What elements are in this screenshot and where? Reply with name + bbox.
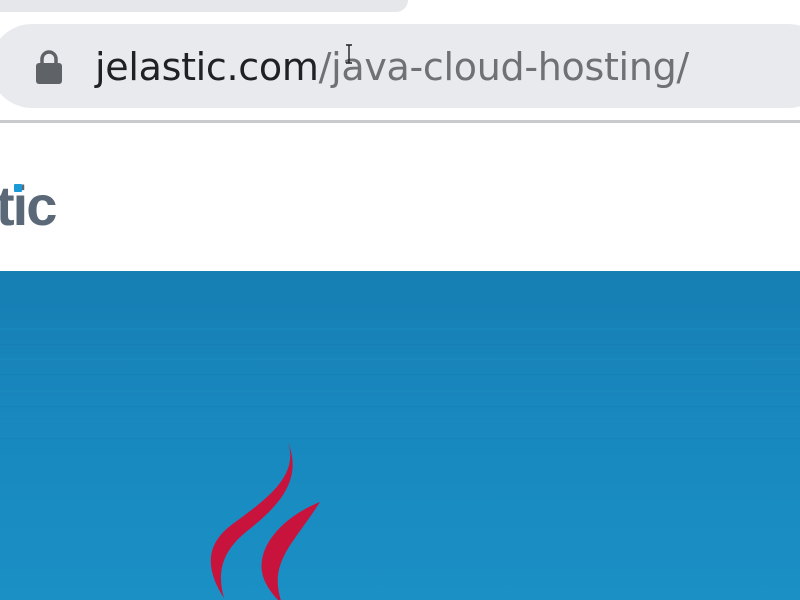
logo-accent-dot xyxy=(14,184,22,192)
active-tab[interactable] xyxy=(0,0,408,12)
url-text[interactable]: jelastic.com/java-cloud-hosting/ xyxy=(95,41,689,93)
site-logo[interactable]: tic xyxy=(0,171,57,241)
url-path: /java-cloud-hosting/ xyxy=(318,45,690,89)
text-cursor-icon xyxy=(346,44,352,64)
url-host: jelastic.com xyxy=(95,45,319,89)
browser-window: jelastic.com/java-cloud-hosting/ tic xyxy=(0,0,800,600)
lock-icon[interactable] xyxy=(35,49,63,85)
hero-texture xyxy=(0,328,800,439)
java-logo-icon xyxy=(210,442,320,600)
site-header xyxy=(0,123,800,273)
